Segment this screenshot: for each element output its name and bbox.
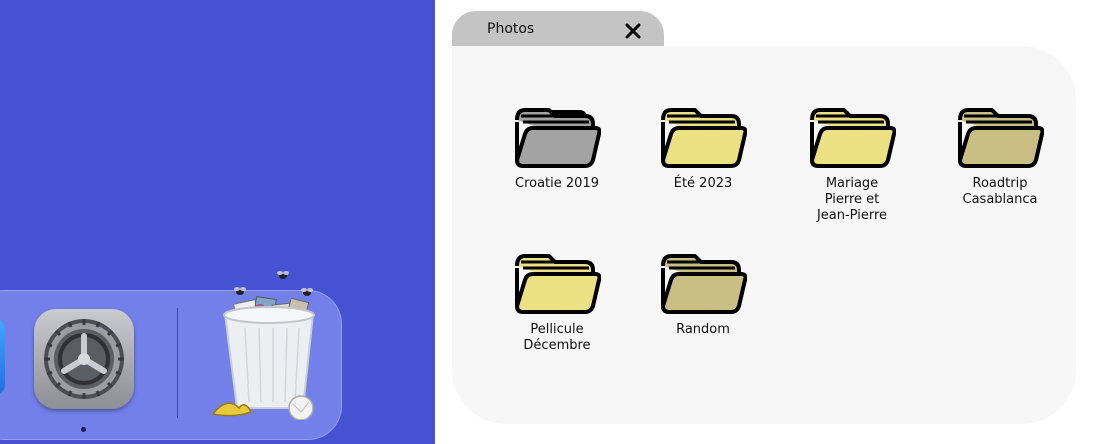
folder-icon — [515, 108, 601, 168]
folder-item[interactable]: Random — [638, 252, 768, 338]
folder-icon — [958, 108, 1044, 168]
folder-label: Croatie 2019 — [515, 176, 599, 191]
folder-item[interactable]: Été 2023 — [638, 106, 768, 192]
system-settings-icon[interactable] — [34, 309, 134, 409]
folder-icon — [661, 254, 747, 314]
running-indicator-dot — [81, 427, 86, 432]
folder-icon — [810, 108, 896, 168]
folder-label: Pellicule Décembre — [523, 322, 591, 353]
window-tab-title: Photos — [487, 21, 535, 37]
folder-label: Mariage Pierre et Jean-Pierre — [816, 176, 888, 223]
dock-divider — [177, 308, 178, 418]
folder-label: Été 2023 — [673, 176, 733, 191]
folder-grid-panel: Croatie 2019 Été 2023 Mariage Pierre et … — [452, 46, 1076, 424]
folder-item[interactable]: Mariage Pierre et Jean-Pierre — [787, 106, 917, 224]
folder-label: Random — [676, 322, 730, 337]
trash-full-icon[interactable] — [205, 268, 325, 421]
folder-item[interactable]: Roadtrip Casablanca — [935, 106, 1065, 208]
folder-item[interactable]: Pellicule Décembre — [492, 252, 622, 354]
folder-item[interactable]: Croatie 2019 — [492, 106, 622, 192]
folder-label: Roadtrip Casablanca — [962, 176, 1038, 207]
folder-icon — [661, 108, 747, 168]
close-icon[interactable] — [624, 22, 642, 40]
window-tab[interactable]: Photos — [452, 11, 664, 51]
folder-icon — [515, 254, 601, 314]
dock-app-partial-icon[interactable] — [0, 319, 5, 395]
